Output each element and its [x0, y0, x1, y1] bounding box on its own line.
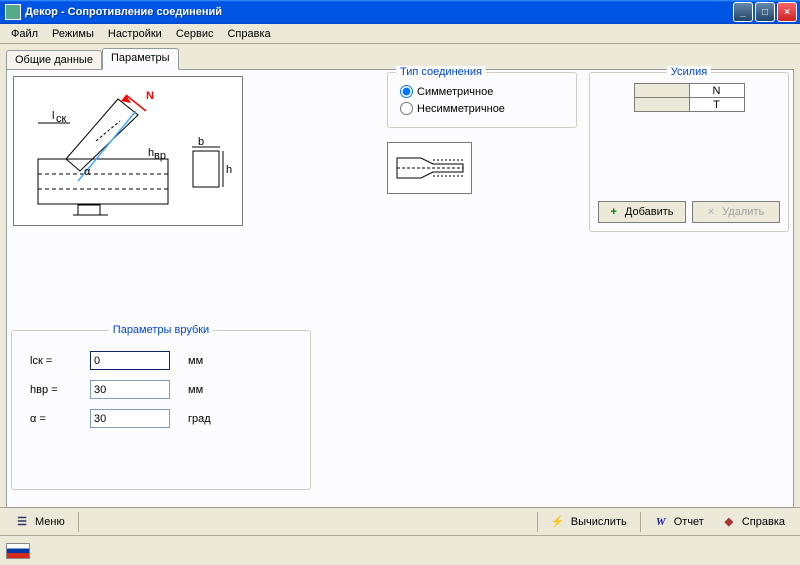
calculate-button[interactable]: ⚡ Вычислить: [542, 511, 636, 533]
add-force-button[interactable]: + Добавить: [598, 201, 686, 223]
minimize-button[interactable]: _: [733, 2, 753, 22]
input-lsk[interactable]: [90, 351, 170, 370]
plus-icon: +: [610, 206, 616, 218]
word-icon: W: [654, 515, 668, 529]
tab-general[interactable]: Общие данные: [6, 50, 102, 69]
radio-symmetric[interactable]: [400, 85, 413, 98]
notch-svg-icon: N lск hвр α b h: [18, 81, 238, 221]
svg-text:l: l: [52, 110, 54, 122]
param-row-hvr: hвр = мм: [30, 380, 310, 399]
group-forces: Усилия N T + Добавить × Удалить: [589, 72, 789, 232]
svg-text:b: b: [198, 136, 204, 148]
menu-help[interactable]: Справка: [220, 26, 277, 42]
app-icon: [5, 4, 21, 20]
forces-col-n: N: [689, 84, 744, 98]
svg-text:α: α: [84, 166, 91, 178]
close-button[interactable]: ×: [777, 2, 797, 22]
radio-asymmetric-label: Несимметричное: [417, 103, 505, 115]
radio-asymmetric[interactable]: [400, 102, 413, 115]
param-row-alpha: α = град: [30, 409, 310, 428]
forces-table: N T: [634, 83, 745, 112]
menu-icon: ☰: [15, 515, 29, 529]
notch-legend: Параметры врубки: [109, 324, 213, 336]
connection-diagram: [387, 142, 472, 194]
menu-modes[interactable]: Режимы: [45, 26, 101, 42]
menu-service[interactable]: Сервис: [169, 26, 221, 42]
forces-legend: Усилия: [667, 66, 711, 78]
remove-force-button[interactable]: × Удалить: [692, 201, 780, 223]
tab-params[interactable]: Параметры: [102, 48, 179, 70]
group-notch-params: Параметры врубки lск = мм hвр = мм α = г…: [11, 330, 311, 490]
svg-text:h: h: [226, 164, 232, 176]
radio-symmetric-label: Симметричное: [417, 86, 493, 98]
help-button[interactable]: ◆ Справка: [713, 511, 794, 533]
menu-settings[interactable]: Настройки: [101, 26, 169, 42]
status-bar: [0, 535, 800, 565]
forces-col-t: T: [689, 98, 744, 112]
book-icon: ◆: [722, 515, 736, 529]
connection-svg-icon: [391, 146, 469, 190]
lightning-icon: ⚡: [551, 515, 565, 529]
notch-diagram: N lск hвр α b h: [13, 76, 243, 226]
separator: [78, 512, 79, 532]
maximize-button[interactable]: □: [755, 2, 775, 22]
bottom-toolbar: ☰ Меню ⚡ Вычислить W Отчет ◆ Справка: [0, 507, 800, 535]
menu-bar: Файл Режимы Настройки Сервис Справка: [0, 24, 800, 44]
separator: [537, 512, 538, 532]
window-titlebar: Декор - Сопротивление соединений _ □ ×: [0, 0, 800, 24]
group-connection-type: Тип соединения Симметричное Несимметричн…: [387, 72, 577, 128]
menu-file[interactable]: Файл: [4, 26, 45, 42]
param-row-lsk: lск = мм: [30, 351, 310, 370]
language-flag-ru[interactable]: [6, 543, 30, 559]
tab-panel: N lск hвр α b h Тип соединения Симметрич…: [6, 69, 794, 508]
connection-legend: Тип соединения: [396, 66, 486, 78]
svg-text:N: N: [146, 90, 154, 102]
menu-button[interactable]: ☰ Меню: [6, 511, 74, 533]
input-alpha[interactable]: [90, 409, 170, 428]
svg-text:вр: вр: [154, 150, 166, 162]
separator: [640, 512, 641, 532]
input-hvr[interactable]: [90, 380, 170, 399]
cross-icon: ×: [708, 206, 714, 218]
window-title: Декор - Сопротивление соединений: [25, 6, 733, 18]
report-button[interactable]: W Отчет: [645, 511, 713, 533]
